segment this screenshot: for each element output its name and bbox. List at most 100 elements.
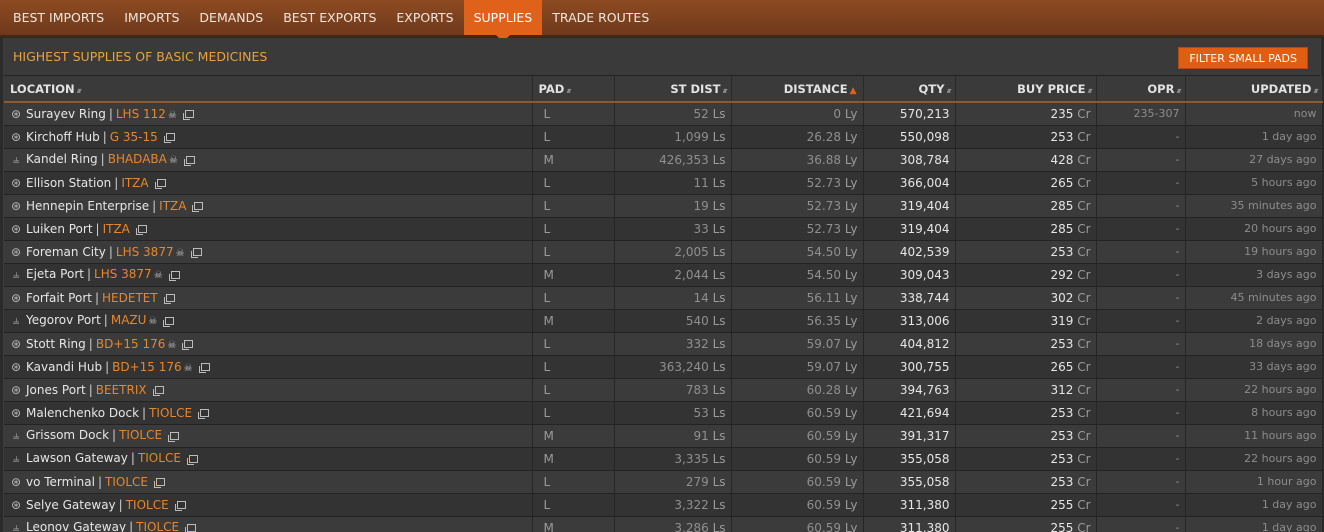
station-name[interactable]: vo Terminal (26, 475, 95, 489)
filter-small-pads-button[interactable]: FILTER SMALL PADS (1178, 47, 1308, 69)
copy-icon[interactable] (190, 248, 202, 258)
buy-price-cell: 253 Cr (955, 125, 1097, 149)
copy-icon[interactable] (186, 454, 198, 465)
column-header-st-dist[interactable]: ST DIST ▴▾ (614, 76, 732, 103)
location-cell: ⊛ Kavandi Hub | BD+15 176 ☠ (4, 355, 533, 379)
copy-icon[interactable] (192, 202, 204, 212)
tab-best-imports[interactable]: BEST IMPORTS (3, 0, 114, 35)
system-name[interactable]: TIOLCE (126, 498, 169, 512)
system-name[interactable]: ITZA (103, 222, 130, 236)
location-cell: ⫨ Leonov Gateway | TIOLCE (4, 516, 533, 532)
station-name[interactable]: Selye Gateway (26, 498, 116, 512)
station-name[interactable]: Kavandi Hub (26, 360, 102, 374)
station-name[interactable]: Malenchenko Dock (26, 406, 139, 420)
copy-icon[interactable] (154, 179, 166, 189)
station-name[interactable]: Stott Ring (26, 337, 86, 351)
copy-icon[interactable] (183, 155, 195, 166)
system-name[interactable]: MAZU (111, 313, 147, 327)
system-name[interactable]: LHS 112 (116, 107, 166, 121)
station-name[interactable]: Leonov Gateway (26, 520, 126, 532)
station-name[interactable]: Kirchoff Hub (26, 130, 100, 144)
tab-best-exports[interactable]: BEST EXPORTS (273, 0, 386, 35)
copy-icon[interactable] (154, 478, 165, 488)
opr-cell: - (1096, 263, 1186, 287)
station-name[interactable]: Kandel Ring (26, 152, 98, 166)
station-name[interactable]: Surayev Ring (26, 107, 106, 121)
tab-exports[interactable]: EXPORTS (386, 0, 463, 35)
column-header-buy-price[interactable]: BUY PRICE ▴▾ (955, 76, 1097, 103)
system-name[interactable]: TIOLCE (149, 406, 192, 420)
system-name[interactable]: ITZA (121, 176, 148, 190)
st-dist-value: 540 (685, 313, 709, 328)
system-name[interactable]: G 35-15 (110, 130, 158, 144)
opr-cell: - (1096, 493, 1186, 517)
distance-unit: Ly (844, 428, 858, 443)
buy-price-value: 253 (1050, 336, 1074, 351)
updated-cell: 3 days ago (1185, 263, 1323, 287)
pad-cell: L (532, 470, 615, 494)
copy-icon[interactable] (135, 225, 147, 235)
station-name[interactable]: Ejeta Port (26, 267, 84, 281)
copy-icon[interactable] (182, 340, 194, 350)
st-dist-unit: Ls (712, 106, 726, 121)
separator: | (88, 336, 93, 351)
station-name[interactable]: Forfait Port (26, 291, 92, 305)
system-name[interactable]: LHS 3877 (94, 267, 152, 281)
copy-icon[interactable] (168, 270, 180, 281)
outpost-icon: ⫨ (12, 152, 20, 166)
station-name[interactable]: Ellison Station (26, 176, 111, 190)
copy-icon[interactable] (185, 523, 197, 532)
station-name[interactable]: Hennepin Enterprise (26, 199, 149, 213)
distance-unit: Ly (844, 520, 858, 532)
tab-demands[interactable]: DEMANDS (189, 0, 273, 35)
updated-cell: 27 days ago (1185, 148, 1323, 172)
system-name[interactable]: TIOLCE (138, 451, 181, 465)
copy-icon[interactable] (163, 133, 175, 143)
copy-icon[interactable] (174, 501, 186, 511)
tab-imports[interactable]: IMPORTS (114, 0, 189, 35)
station-name[interactable]: Grissom Dock (26, 428, 109, 442)
station-name[interactable]: Foreman City (26, 245, 106, 259)
system-name[interactable]: LHS 3877 (116, 245, 174, 259)
column-header-pad[interactable]: PAD ▴▾ (532, 76, 615, 103)
buy-price-unit: Cr (1077, 244, 1091, 259)
system-name[interactable]: TIOLCE (119, 428, 162, 442)
st-dist-value: 783 (685, 382, 709, 397)
system-name[interactable]: BD+15 176 (96, 337, 166, 351)
st-dist-value: 53 (693, 405, 709, 420)
updated-cell: 2 days ago (1185, 309, 1323, 333)
st-dist-unit: Ls (712, 152, 726, 167)
column-header-distance[interactable]: DISTANCE ▲ (731, 76, 864, 103)
system-name[interactable]: BEETRIX (96, 383, 147, 397)
system-name[interactable]: BD+15 176 (112, 360, 182, 374)
station-name[interactable]: Lawson Gateway (26, 451, 128, 465)
separator: | (129, 520, 134, 532)
station-name[interactable]: Yegorov Port (26, 313, 101, 327)
orbital-station-icon: ⊛ (10, 359, 22, 374)
copy-icon[interactable] (163, 316, 175, 327)
system-name[interactable]: HEDETET (102, 291, 158, 305)
copy-icon[interactable] (198, 409, 210, 419)
copy-icon[interactable] (163, 294, 175, 304)
station-name[interactable]: Luiken Port (26, 222, 93, 236)
column-header-location[interactable]: LOCATION ▴▾ (4, 76, 533, 103)
copy-icon[interactable] (152, 386, 164, 396)
column-header-updated[interactable]: UPDATED ▴▾ (1185, 76, 1323, 103)
copy-icon[interactable] (168, 431, 180, 442)
system-name[interactable]: TIOLCE (105, 475, 148, 489)
copy-icon[interactable] (182, 110, 194, 121)
buy-price-unit: Cr (1077, 474, 1091, 489)
station-name[interactable]: Jones Port (26, 383, 86, 397)
system-name[interactable]: TIOLCE (136, 520, 179, 532)
copy-icon[interactable] (198, 363, 210, 373)
system-name[interactable]: ITZA (159, 199, 186, 213)
column-header-qty[interactable]: QTY ▴▾ (863, 76, 956, 103)
distance-unit: Ly (844, 267, 858, 282)
tab-trade-routes[interactable]: TRADE ROUTES (542, 0, 659, 35)
buy-price-cell: 253 Cr (955, 447, 1097, 471)
buy-price-unit: Cr (1077, 336, 1091, 351)
system-name[interactable]: BHADABA (108, 152, 167, 166)
updated-cell: 11 hours ago (1185, 424, 1323, 448)
column-header-opr[interactable]: OPR ▴▾ (1096, 76, 1186, 103)
tab-supplies[interactable]: SUPPLIES (463, 0, 543, 42)
